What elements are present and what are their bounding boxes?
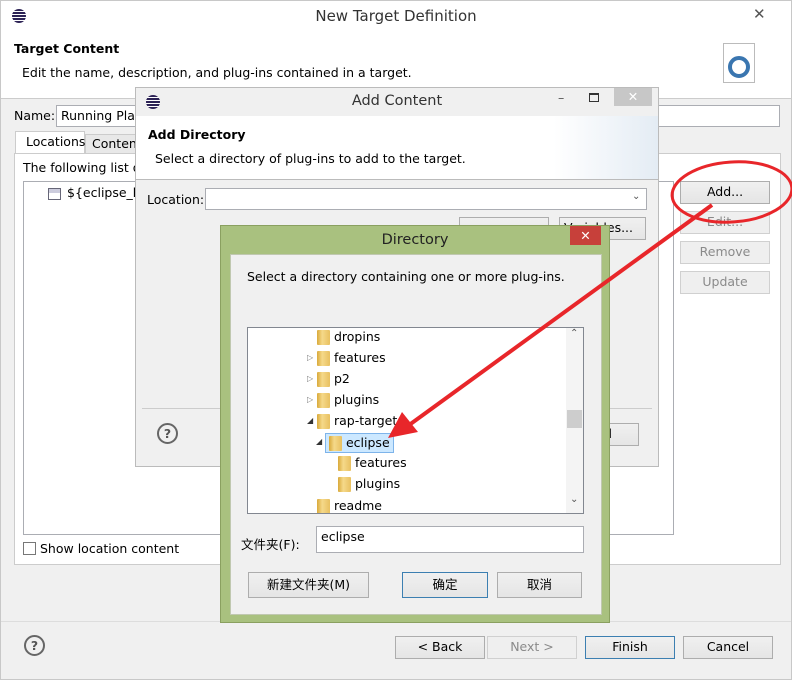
annotation-arrow-head (388, 412, 418, 438)
annotation-overlay (388, 160, 792, 438)
annotation-arrow-line (403, 203, 714, 430)
annotation-ellipse (670, 160, 792, 224)
